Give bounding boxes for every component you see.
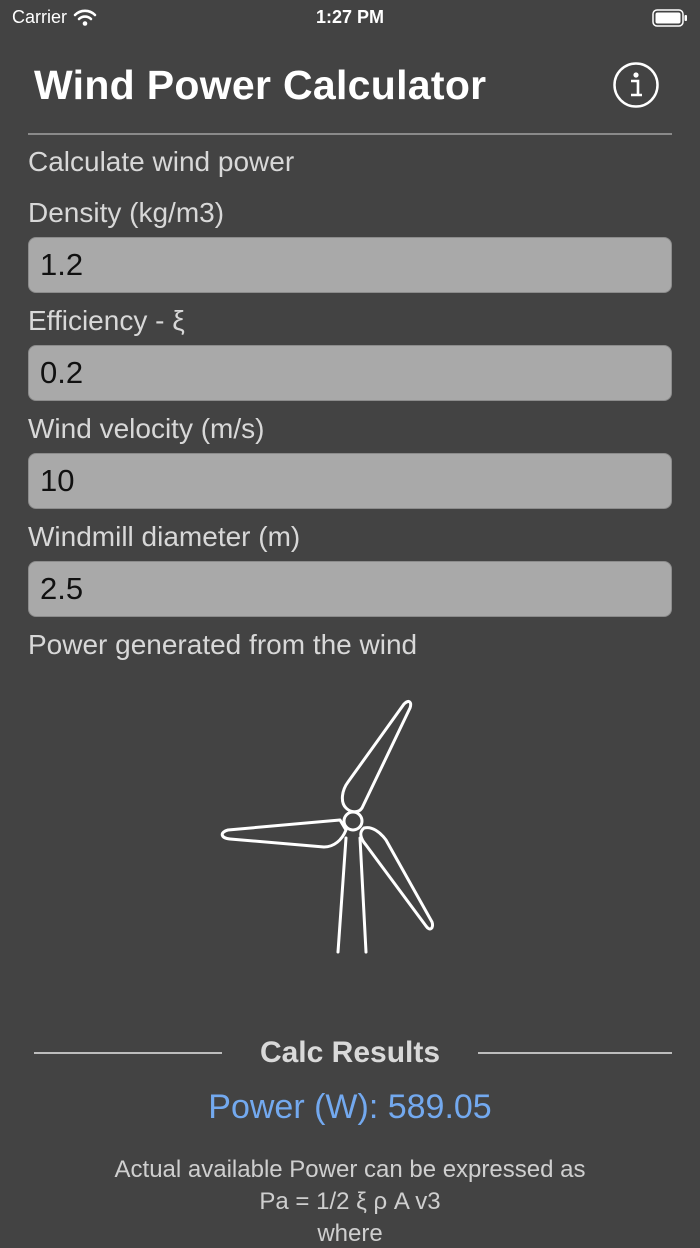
explanation-line: Actual available Power can be expressed … bbox=[114, 1156, 586, 1183]
diameter-field[interactable] bbox=[28, 561, 672, 617]
info-icon[interactable] bbox=[612, 61, 660, 109]
density-label: Density (kg/m3) bbox=[28, 197, 225, 228]
efficiency-label: Efficiency - ξ bbox=[28, 305, 185, 336]
status-bar: Carrier 1:27 PM bbox=[0, 0, 700, 36]
efficiency-field[interactable] bbox=[28, 345, 672, 401]
header-divider bbox=[28, 133, 672, 135]
battery-icon bbox=[652, 9, 687, 27]
intro-label: Calculate wind power bbox=[28, 146, 295, 177]
app-header: Wind Power Calculator bbox=[28, 56, 672, 116]
page-title: Wind Power Calculator bbox=[34, 62, 487, 108]
diameter-label: Windmill diameter (m) bbox=[28, 521, 301, 552]
power-result: Power (W): 589.05 bbox=[208, 1088, 492, 1126]
wind-turbine-icon bbox=[220, 700, 434, 954]
velocity-label: Wind velocity (m/s) bbox=[28, 413, 265, 444]
density-field[interactable] bbox=[28, 237, 672, 293]
velocity-field[interactable] bbox=[28, 453, 672, 509]
results-title: Calc Results bbox=[259, 1036, 441, 1069]
formula-line: Pa = 1/2 ξ ρ A v3 bbox=[259, 1188, 441, 1215]
status-time: 1:27 PM bbox=[315, 7, 385, 27]
output-label: Power generated from the wind bbox=[28, 629, 418, 660]
